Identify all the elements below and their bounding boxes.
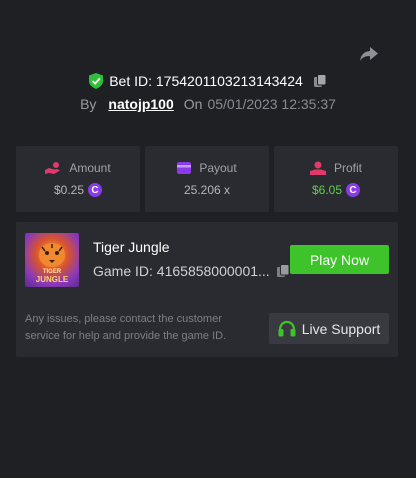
game-id-row: Game ID: 4165858000001...	[93, 263, 290, 279]
live-support-button[interactable]: Live Support	[269, 313, 389, 344]
on-label: On	[183, 96, 203, 112]
amount-icon	[45, 162, 61, 174]
coin-icon: C	[346, 183, 361, 197]
stat-amount: Amount $0.25 C	[16, 146, 140, 212]
game-title: Tiger Jungle	[93, 239, 170, 255]
stat-amount-label: Amount	[69, 161, 111, 175]
thumbnail-title-line2: JUNGLE	[35, 275, 69, 284]
stat-amount-value: $0.25	[53, 183, 85, 197]
stat-payout-label: Payout	[199, 161, 237, 175]
coin-icon: C	[88, 183, 103, 197]
verified-shield-icon	[89, 73, 104, 89]
game-id-text: Game ID: 4165858000001...	[93, 263, 270, 279]
bet-stats: Amount $0.25 C Payout 25.206 x Profit $6…	[16, 146, 398, 212]
bet-id-text: Bet ID: 1754201103213143424	[109, 73, 303, 89]
username-link[interactable]: natojp100	[108, 96, 173, 112]
game-thumbnail[interactable]: TIGER JUNGLE	[25, 233, 79, 287]
bet-id-row: Bet ID: 1754201103213143424	[0, 71, 416, 91]
live-support-label: Live Support	[301, 320, 381, 337]
share-button[interactable]	[358, 44, 380, 64]
bet-meta-row: By natojp100 On 05/01/2023 12:35:37	[0, 95, 416, 113]
stat-payout-value: 25.206 x	[183, 183, 231, 197]
stat-profit: Profit $6.05 C	[274, 146, 398, 212]
bet-date: 05/01/2023 12:35:37	[207, 96, 336, 112]
stat-profit-label: Profit	[333, 161, 362, 175]
game-card: TIGER JUNGLE Tiger Jungle Game ID: 41658…	[16, 222, 398, 357]
copy-game-id-icon[interactable]	[276, 264, 290, 278]
headset-icon	[278, 320, 296, 337]
share-icon	[360, 47, 378, 61]
copy-bet-id-icon[interactable]	[313, 74, 327, 88]
profit-icon	[309, 161, 326, 175]
stat-profit-value: $6.05	[311, 183, 343, 197]
stat-payout: Payout 25.206 x	[145, 146, 269, 212]
play-now-button[interactable]: Play Now	[290, 245, 389, 274]
support-notice: Any issues, please contact the customer …	[25, 313, 227, 342]
payout-icon	[177, 162, 192, 174]
by-label: By	[80, 96, 97, 112]
